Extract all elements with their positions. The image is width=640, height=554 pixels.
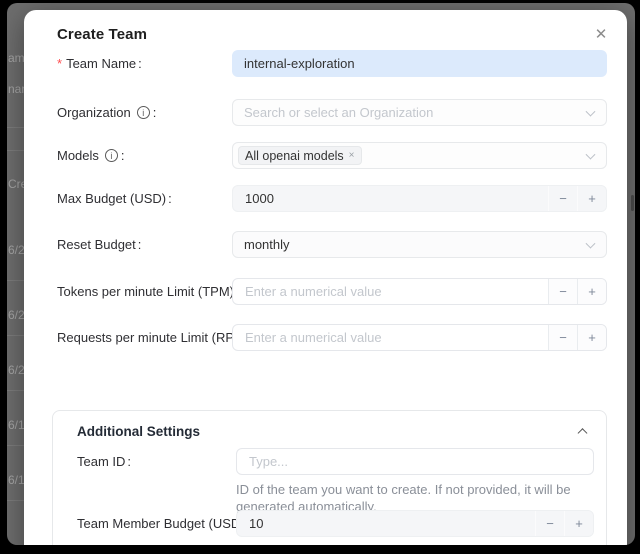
increment-button[interactable]: + xyxy=(577,186,606,211)
decrement-button[interactable]: − xyxy=(548,279,577,304)
create-team-modal: Create Team ✕ * Team Name: Organization … xyxy=(24,10,627,545)
reset-budget-row: Reset Budget: monthly xyxy=(57,231,607,258)
decrement-button[interactable]: − xyxy=(548,325,577,350)
dimmed-page-overlay: am nar Cre 6/2 6/2 6/2 6/1 6/1 Create Te… xyxy=(7,3,635,545)
organization-label: Organization i : xyxy=(57,99,156,126)
rpm-field: − + xyxy=(232,324,607,351)
background-row-divider xyxy=(7,150,24,151)
organization-select[interactable]: Search or select an Organization xyxy=(232,99,607,126)
bg-fragment: 6/2 xyxy=(8,308,25,322)
bg-fragment: 6/1 xyxy=(8,473,25,487)
max-budget-field: − + xyxy=(232,185,607,212)
team-member-budget-row: Team Member Budget (USD) ? : − + xyxy=(77,510,584,537)
chevron-down-icon xyxy=(586,149,596,159)
info-icon: i xyxy=(105,149,118,162)
tpm-label: Tokens per minute Limit (TPM): xyxy=(57,278,240,305)
models-row: Models i : All openai models × xyxy=(57,142,607,169)
background-row-divider xyxy=(7,127,24,128)
bg-fragment: 6/2 xyxy=(8,243,25,257)
background-row-divider xyxy=(7,280,24,281)
reset-budget-value: monthly xyxy=(244,237,290,252)
bg-fragment: 6/2 xyxy=(8,363,25,377)
rpm-label: Requests per minute Limit (RPM): xyxy=(57,324,255,351)
increment-button[interactable]: + xyxy=(564,511,593,536)
tpm-row: Tokens per minute Limit (TPM): − + xyxy=(57,278,607,305)
models-label: Models i : xyxy=(57,142,125,169)
team-member-budget-field: − + xyxy=(236,510,594,537)
background-row-divider xyxy=(7,335,24,336)
increment-button[interactable]: + xyxy=(577,325,606,350)
team-id-input[interactable] xyxy=(237,449,593,474)
organization-row: Organization i : Search or select an Org… xyxy=(57,99,607,126)
team-member-budget-input[interactable] xyxy=(237,511,535,536)
team-name-input[interactable] xyxy=(232,50,607,77)
remove-tag-icon[interactable]: × xyxy=(349,150,355,161)
organization-placeholder: Search or select an Organization xyxy=(244,105,433,120)
team-name-field xyxy=(232,50,607,77)
chevron-down-icon xyxy=(586,238,596,248)
bg-fragment: nar xyxy=(8,82,25,96)
additional-settings-toggle[interactable]: Additional Settings xyxy=(77,423,586,443)
model-tag: All openai models × xyxy=(238,146,362,165)
info-icon: i xyxy=(137,106,150,119)
reset-budget-label: Reset Budget: xyxy=(57,231,141,258)
decrement-button[interactable]: − xyxy=(535,511,564,536)
additional-settings-title: Additional Settings xyxy=(77,424,200,439)
rpm-row: Requests per minute Limit (RPM): − + xyxy=(57,324,607,351)
team-id-label: Team ID: xyxy=(77,448,131,475)
close-icon[interactable]: ✕ xyxy=(589,22,613,46)
team-id-row: Team ID: xyxy=(77,448,584,475)
bg-fragment: 6/1 xyxy=(8,418,25,432)
background-row-divider xyxy=(7,445,24,446)
decrement-button[interactable]: − xyxy=(548,186,577,211)
bg-fragment: am xyxy=(8,51,25,65)
models-select[interactable]: All openai models × xyxy=(232,142,607,169)
model-tag-label: All openai models xyxy=(245,149,344,163)
required-asterisk: * xyxy=(57,56,62,71)
chevron-down-icon xyxy=(586,106,596,116)
max-budget-input[interactable] xyxy=(233,186,548,211)
rpm-input[interactable] xyxy=(233,325,548,350)
team-id-field xyxy=(236,448,594,475)
tpm-input[interactable] xyxy=(233,279,548,304)
max-budget-label: Max Budget (USD): xyxy=(57,185,172,212)
team-name-label: * Team Name: xyxy=(57,50,142,77)
chevron-up-icon xyxy=(578,428,588,438)
background-row-divider xyxy=(7,390,24,391)
increment-button[interactable]: + xyxy=(577,279,606,304)
background-row-divider xyxy=(7,500,24,501)
scrollbar-thumb[interactable] xyxy=(631,195,634,211)
max-budget-row: Max Budget (USD): − + xyxy=(57,185,607,212)
page-title: Create Team xyxy=(57,26,147,43)
team-name-row: * Team Name: xyxy=(57,50,607,77)
additional-settings-panel: Additional Settings Team ID: ID of the t… xyxy=(52,410,607,545)
tpm-field: − + xyxy=(232,278,607,305)
reset-budget-select[interactable]: monthly xyxy=(232,231,607,258)
